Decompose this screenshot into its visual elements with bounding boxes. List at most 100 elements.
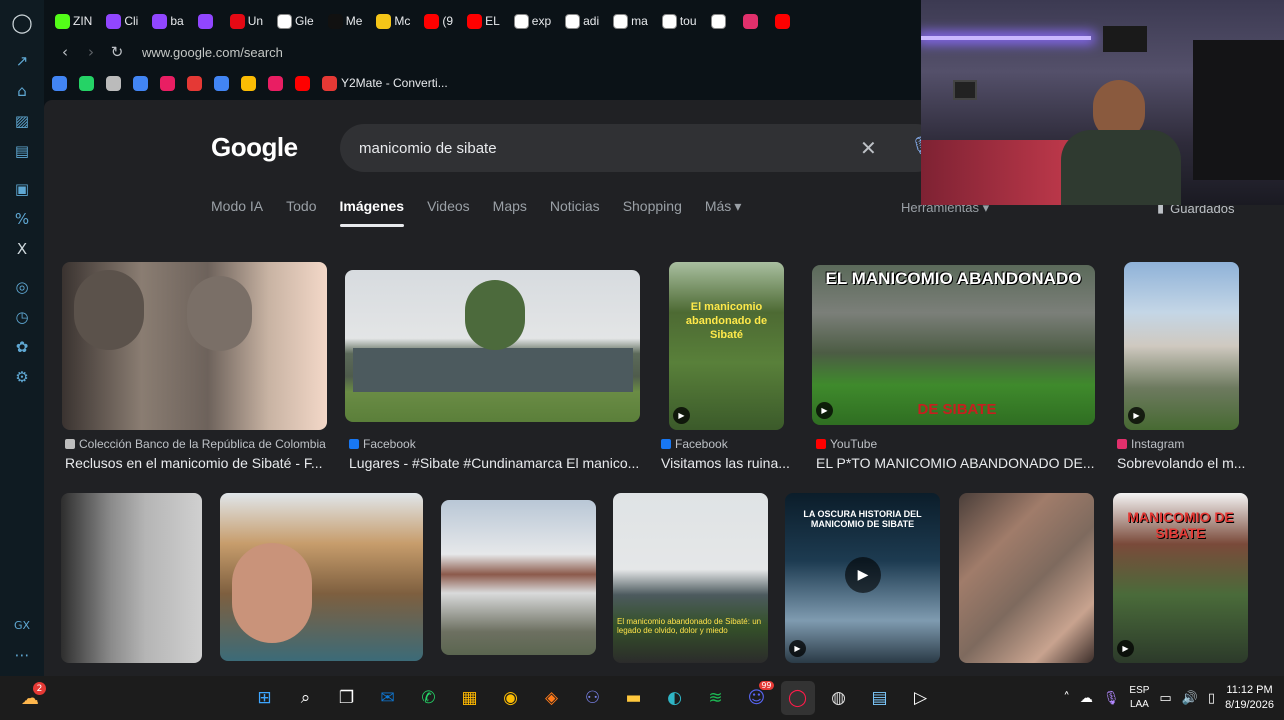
result-caption-4[interactable]: EL P*TO MANICOMIO ABANDONADO DE...	[816, 455, 1096, 471]
extensions-icon[interactable]: ✿	[9, 334, 35, 360]
result-image-11[interactable]	[959, 493, 1094, 663]
result-source-1[interactable]: Colección Banco de la República de Colom…	[65, 437, 326, 451]
filter-tab[interactable]: Todo	[286, 198, 316, 227]
result-image-4[interactable]: EL MANICOMIO ABANDONADO DE SIBATE ▶	[812, 265, 1095, 425]
stats-icon[interactable]: ▤	[9, 138, 35, 164]
result-image-9[interactable]: El manicomio abandonado de Sibaté: un le…	[613, 493, 768, 663]
filter-tab[interactable]: Imágenes	[339, 198, 404, 227]
bookmark-item[interactable]	[160, 75, 179, 91]
bookmark-item[interactable]	[214, 75, 233, 91]
bookmark-item[interactable]	[187, 75, 206, 91]
weather-widget[interactable]: ☁ 2	[14, 682, 46, 714]
clock-icon[interactable]: ◷	[9, 304, 35, 330]
more-icon[interactable]: ⋯	[9, 642, 35, 668]
result-caption-3[interactable]: Visitamos las ruina...	[661, 455, 791, 471]
browser-tab[interactable]: adi	[560, 10, 604, 32]
history-icon[interactable]: ◎	[9, 274, 35, 300]
percent-icon[interactable]: %	[9, 206, 35, 232]
browser-tab[interactable]	[738, 10, 766, 32]
result-image-10[interactable]: LA OSCURA HISTORIA DEL MANICOMIO DE SIBA…	[785, 493, 940, 663]
bookmark-item[interactable]	[295, 75, 314, 91]
outlook-icon[interactable]: ✉	[371, 681, 405, 715]
clock[interactable]: 11:12 PM 8/19/2026	[1225, 683, 1274, 713]
result-image-7[interactable]	[220, 493, 423, 661]
obs-icon[interactable]: ◍	[822, 681, 856, 715]
bookmark-item[interactable]	[52, 75, 71, 91]
result-image-2[interactable]	[345, 270, 640, 422]
edge-icon[interactable]: ◐	[658, 681, 692, 715]
clear-icon[interactable]: ✕	[860, 136, 877, 160]
chevron-up-icon[interactable]: ˄	[1063, 691, 1070, 706]
browser-tab[interactable]	[193, 10, 221, 32]
browser-tab[interactable]: tou	[657, 10, 702, 32]
gx-icon[interactable]: GX	[9, 612, 35, 638]
browser-tab[interactable]: Cli	[101, 10, 143, 32]
browser-tab[interactable]	[706, 10, 734, 32]
file-explorer-icon[interactable]: ▬	[617, 681, 651, 715]
search-icon[interactable]: ⌕	[289, 681, 323, 715]
filter-tab[interactable]: Más	[705, 198, 731, 227]
filter-tab[interactable]: Shopping	[623, 198, 682, 227]
browser-tab[interactable]: Me	[323, 10, 368, 32]
browser-tab[interactable]: (9	[419, 10, 458, 32]
volume-icon[interactable]: 🔊	[1182, 691, 1198, 706]
result-image-6[interactable]	[61, 493, 202, 663]
result-caption-1[interactable]: Reclusos en el manicomio de Sibaté - F..…	[65, 455, 330, 471]
search-input[interactable]: manicomio de sibate	[340, 124, 940, 172]
browser-tab[interactable]: exp	[509, 10, 556, 32]
back-icon[interactable]: ‹	[52, 43, 78, 61]
browser-tab[interactable]	[770, 10, 798, 32]
forward-icon[interactable]: ›	[78, 43, 104, 61]
opera-logo-icon[interactable]: ◯	[9, 10, 35, 36]
bookmark-item[interactable]	[268, 75, 287, 91]
flow-icon[interactable]: ⌂	[9, 78, 35, 104]
result-image-12[interactable]: MANICOMIO DE SIBATE ▶	[1113, 493, 1248, 663]
filter-tab[interactable]: Noticias	[550, 198, 600, 227]
reload-icon[interactable]: ↻	[104, 43, 130, 61]
browser-tab[interactable]: ba	[147, 10, 188, 32]
browser-tab[interactable]: Gle	[272, 10, 319, 32]
bookmark-item[interactable]	[133, 75, 152, 91]
filter-tab[interactable]: Videos	[427, 198, 470, 227]
browser-tab[interactable]: EL	[462, 10, 505, 32]
browser-tab[interactable]: Mc	[371, 10, 415, 32]
play-button-icon[interactable]: ▶	[845, 557, 881, 593]
filter-tab[interactable]: Modo IA	[211, 198, 263, 227]
discord-icon[interactable]: ☺ 99	[740, 681, 774, 715]
notepad-icon[interactable]: ▤	[863, 681, 897, 715]
result-image-8[interactable]	[441, 500, 596, 655]
start-button-icon[interactable]: ⊞	[248, 681, 282, 715]
browser-tab[interactable]: Un	[225, 10, 268, 32]
google-logo[interactable]: Google	[211, 132, 298, 163]
spotify-icon[interactable]: ≋	[699, 681, 733, 715]
pinboard-icon[interactable]: ▨	[9, 108, 35, 134]
media-player-icon[interactable]: ▷	[904, 681, 938, 715]
x-twitter-icon[interactable]: X	[9, 236, 35, 262]
result-source-2[interactable]: Facebook	[349, 437, 416, 451]
url-field[interactable]: www.google.com/search	[142, 45, 283, 60]
result-image-5[interactable]: ▶	[1124, 262, 1239, 430]
result-image-1[interactable]	[62, 262, 327, 430]
result-image-3[interactable]: El manicomio abandonado de Sibaté ▶	[669, 262, 784, 430]
store-icon[interactable]: ▦	[453, 681, 487, 715]
aria-icon[interactable]: ↗	[9, 48, 35, 74]
battery-icon[interactable]: ▯	[1208, 691, 1215, 706]
result-source-3[interactable]: Facebook	[661, 437, 728, 451]
bookmark-item[interactable]	[79, 75, 98, 91]
result-source-5[interactable]: Instagram	[1117, 437, 1184, 451]
onedrive-icon[interactable]: ☁	[1080, 691, 1093, 706]
teams-icon[interactable]: ⚇	[576, 681, 610, 715]
bookmark-item[interactable]	[106, 75, 125, 91]
bookmark-item[interactable]: Y2Mate - Converti...	[322, 75, 448, 91]
result-caption-5[interactable]: Sobrevolando el m...	[1117, 455, 1247, 471]
bookmark-item[interactable]	[241, 75, 260, 91]
input-language[interactable]: ESP LAA	[1129, 684, 1149, 712]
brave-icon[interactable]: ◈	[535, 681, 569, 715]
result-caption-2[interactable]: Lugares - #Sibate #Cundinamarca El manic…	[349, 455, 639, 471]
opera-gx-icon[interactable]: ◯	[780, 681, 815, 715]
settings-icon[interactable]: ⚙	[9, 364, 35, 390]
network-icon[interactable]: ▭	[1159, 691, 1171, 706]
task-view-icon[interactable]: ❐	[330, 681, 364, 715]
result-source-4[interactable]: YouTube	[816, 437, 877, 451]
microphone-tray-icon[interactable]: 🎙	[1103, 691, 1120, 706]
